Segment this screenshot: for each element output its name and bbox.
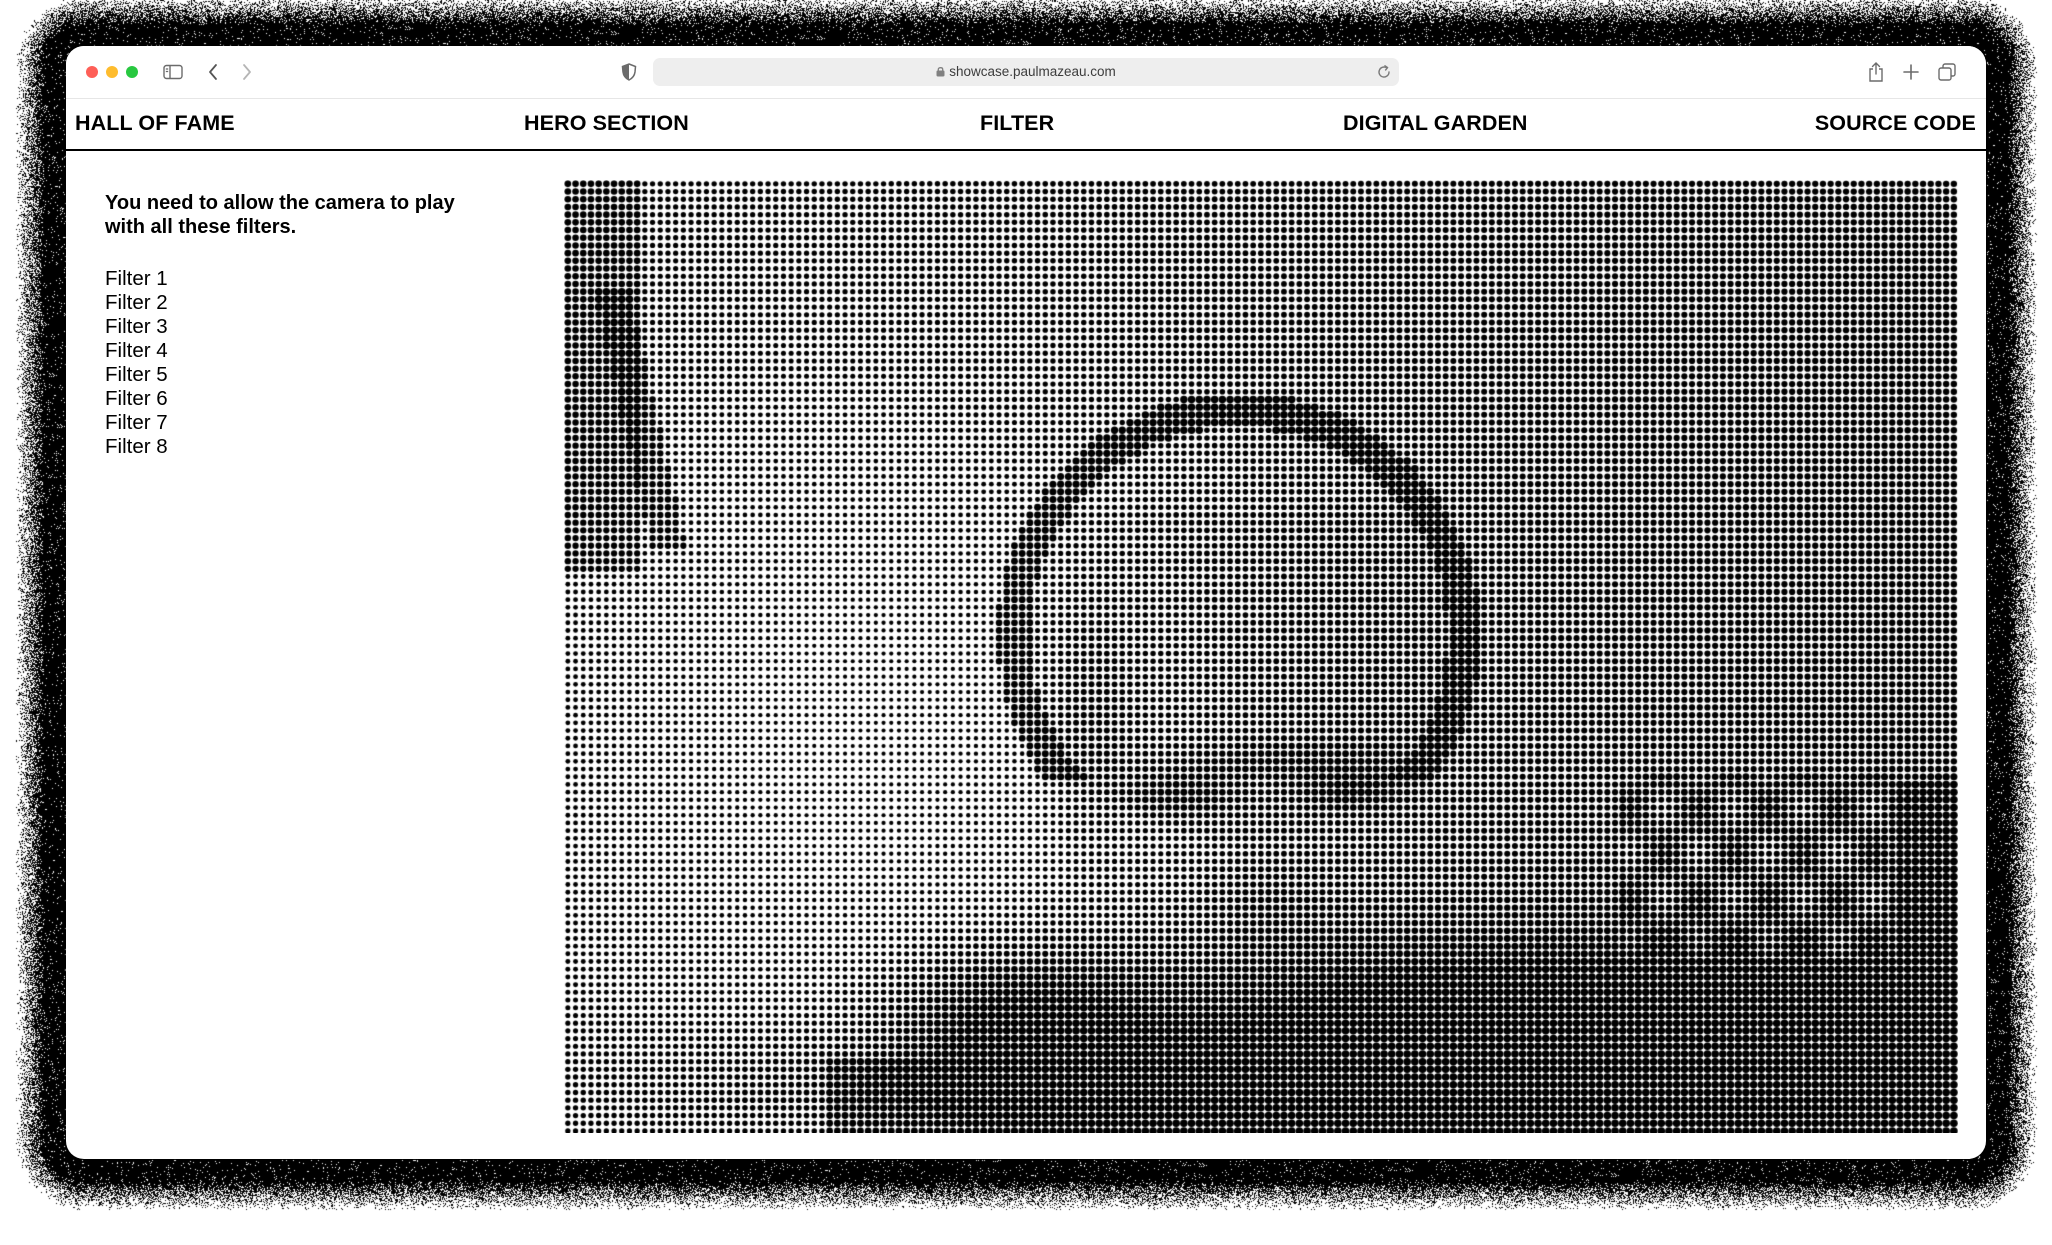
filter-option-5[interactable]: Filter 5 [105,363,505,387]
url-text: showcase.paulmazeau.com [653,58,1399,86]
nav-source-code[interactable]: SOURCE CODE [1815,111,1976,136]
sidebar-toggle-icon[interactable] [162,61,184,83]
filter-list: Filter 1 Filter 2 Filter 3 Filter 4 Filt… [105,267,505,459]
filter-sidebar: You need to allow the camera to play wit… [105,191,505,459]
chevron-right-icon[interactable] [237,61,257,83]
shield-icon[interactable] [619,61,639,83]
url-value: showcase.paulmazeau.com [949,64,1116,79]
filter-option-3[interactable]: Filter 3 [105,315,505,339]
camera-halftone-view [564,180,1958,1133]
browser-toolbar: showcase.paulmazeau.com [66,46,1986,99]
filter-option-7[interactable]: Filter 7 [105,411,505,435]
filter-option-6[interactable]: Filter 6 [105,387,505,411]
nav-digital-garden[interactable]: DIGITAL GARDEN [1343,111,1528,136]
maximize-window-button[interactable] [126,66,138,78]
address-bar[interactable]: showcase.paulmazeau.com [653,58,1399,86]
halftone-canvas [564,180,1958,1133]
filter-option-2[interactable]: Filter 2 [105,291,505,315]
browser-window: showcase.paulmazeau.com HALL OF FAME HER… [66,46,1986,1159]
reload-icon[interactable] [1375,63,1393,81]
site-nav: HALL OF FAME HERO SECTION FILTER DIGITAL… [66,98,1986,151]
lock-icon [936,67,945,77]
filter-option-1[interactable]: Filter 1 [105,267,505,291]
minimize-window-button[interactable] [106,66,118,78]
tab-overview-icon[interactable] [1936,61,1958,83]
chevron-left-icon[interactable] [203,61,223,83]
share-icon[interactable] [1865,60,1887,84]
nav-filter[interactable]: FILTER [980,111,1054,136]
filter-option-8[interactable]: Filter 8 [105,435,505,459]
nav-hero-section[interactable]: HERO SECTION [524,111,689,136]
close-window-button[interactable] [86,66,98,78]
plus-icon[interactable] [1900,61,1922,83]
nav-hall-of-fame[interactable]: HALL OF FAME [75,111,235,136]
filter-option-4[interactable]: Filter 4 [105,339,505,363]
camera-permission-notice: You need to allow the camera to play wit… [105,192,455,238]
